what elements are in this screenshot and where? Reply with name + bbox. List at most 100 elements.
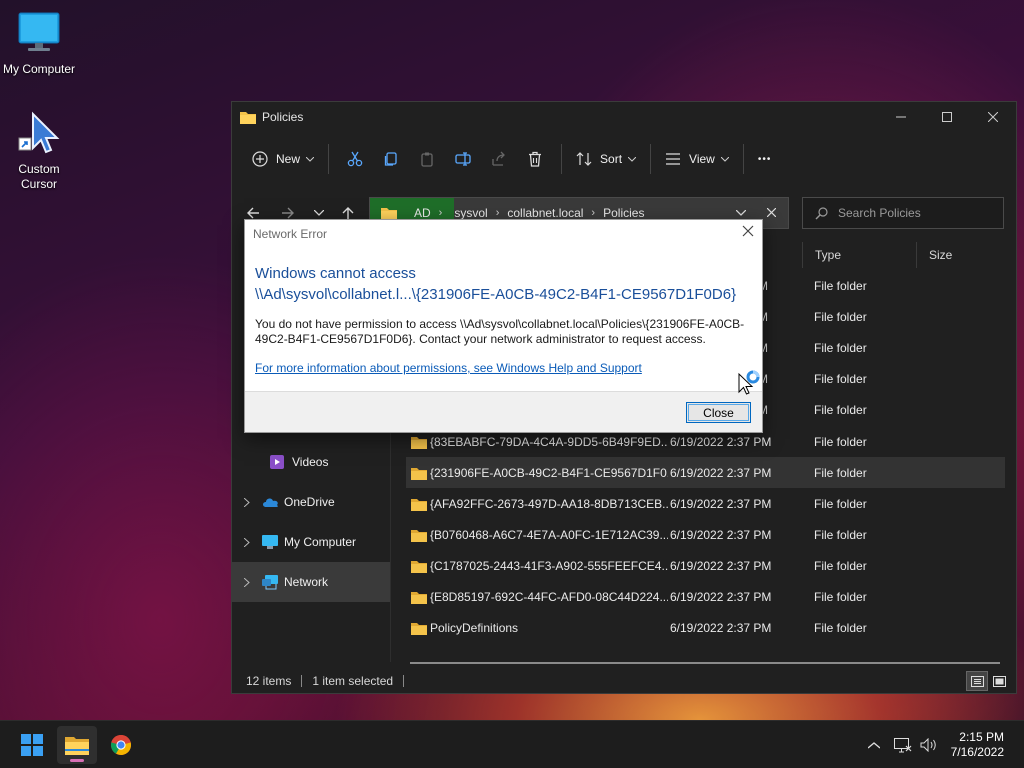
command-bar: New Sort View ••• xyxy=(232,132,1016,186)
table-row-selected[interactable]: {231906FE-A0CB-49C2-B4F1-CE9567D1F0... 6… xyxy=(406,457,1005,488)
table-row[interactable]: {B0760468-A6C7-4E7A-A0FC-1E712AC39... 6/… xyxy=(406,519,1005,550)
sidebar-item-videos[interactable]: Videos xyxy=(232,442,390,482)
cursor-shortcut-icon xyxy=(15,110,63,158)
file-type: File folder xyxy=(814,434,867,449)
search-box[interactable]: Search Policies xyxy=(802,197,1004,229)
help-link[interactable]: For more information about permissions, … xyxy=(255,361,642,375)
table-row[interactable]: {AFA92FFC-2673-497D-AA18-8DB713CEB... 6/… xyxy=(406,488,1005,519)
plus-circle-icon xyxy=(252,151,268,167)
partial-type: File folder xyxy=(814,341,867,355)
folder-icon xyxy=(411,559,427,573)
view-list-icon xyxy=(665,152,681,166)
table-row[interactable]: {C1787025-2443-41F3-A902-555FEEFCE4... 6… xyxy=(406,550,1005,581)
rename-icon[interactable] xyxy=(445,143,481,175)
file-type: File folder xyxy=(814,527,867,542)
file-type: File folder xyxy=(814,620,867,635)
expand-chevron-icon[interactable] xyxy=(244,577,250,587)
video-icon xyxy=(270,455,284,469)
network-status-icon[interactable] xyxy=(894,737,912,753)
desktop-icon-my-computer[interactable]: My Computer xyxy=(0,10,81,77)
start-button[interactable] xyxy=(12,726,52,764)
address-history-chevron-icon[interactable] xyxy=(736,210,746,216)
share-icon[interactable] xyxy=(481,143,517,175)
details-view-icon[interactable] xyxy=(966,671,988,691)
close-window-button[interactable] xyxy=(970,102,1016,132)
table-row[interactable]: PolicyDefinitions 6/19/2022 2:37 PM File… xyxy=(406,612,1005,643)
taskbar-file-explorer[interactable] xyxy=(57,726,97,764)
sort-label: Sort xyxy=(600,152,623,166)
view-toggle xyxy=(966,671,1010,691)
breadcrumb-arrow-icon: › xyxy=(438,207,443,219)
recent-chevron-icon[interactable] xyxy=(314,210,324,216)
horizontal-scrollbar[interactable] xyxy=(410,662,1000,664)
breadcrumb-arrow-icon: › xyxy=(495,207,500,219)
desktop-icon-custom-cursor[interactable]: Custom Cursor xyxy=(0,110,81,192)
item-count: 12 items xyxy=(246,674,292,688)
new-button[interactable]: New xyxy=(246,143,320,175)
column-headers: Type Size xyxy=(802,242,996,268)
cut-icon[interactable] xyxy=(337,143,373,175)
address-clear-icon[interactable] xyxy=(767,208,776,217)
file-type: File folder xyxy=(814,589,867,604)
system-clock[interactable]: 2:15 PM 7/16/2022 xyxy=(951,730,1004,760)
more-options-button[interactable]: ••• xyxy=(752,143,778,175)
expand-chevron-icon[interactable] xyxy=(244,497,250,507)
file-name: {B0760468-A6C7-4E7A-A0FC-1E712AC39... xyxy=(430,527,668,542)
monitor-icon xyxy=(262,535,278,549)
file-date: 6/19/2022 2:37 PM xyxy=(670,496,772,511)
breadcrumb-sysvol[interactable]: sysvol › xyxy=(454,206,507,220)
file-name: {AFA92FFC-2673-497D-AA18-8DB713CEB... xyxy=(430,496,668,511)
sidebar-item-my-computer[interactable]: My Computer xyxy=(232,522,390,562)
desktop-icon-label: My Computer xyxy=(2,62,76,76)
chevron-down-icon xyxy=(720,156,729,162)
volume-icon[interactable] xyxy=(920,738,938,752)
dialog-message: You do not have permission to access \\A… xyxy=(255,317,745,346)
show-hidden-icons-chevron-icon[interactable] xyxy=(868,741,880,749)
partial-type: File folder xyxy=(814,403,867,417)
search-placeholder: Search Policies xyxy=(838,206,921,220)
view-button[interactable]: View xyxy=(659,143,735,175)
file-date: 6/19/2022 2:37 PM xyxy=(670,620,772,635)
clock-date: 7/16/2022 xyxy=(950,745,1004,759)
folder-icon xyxy=(411,466,427,480)
breadcrumb-policies[interactable]: Policies xyxy=(603,206,644,220)
breadcrumb-collabnet[interactable]: collabnet.local › xyxy=(507,206,603,220)
file-explorer-icon xyxy=(65,735,89,755)
copy-icon[interactable] xyxy=(373,143,409,175)
column-header-size[interactable]: Size xyxy=(916,242,996,268)
sidebar-item-network[interactable]: Network xyxy=(232,562,390,602)
selection-count: 1 item selected xyxy=(312,674,394,688)
dialog-close-icon[interactable] xyxy=(742,225,754,237)
sidebar-item-onedrive[interactable]: OneDrive xyxy=(232,482,390,522)
delete-icon[interactable] xyxy=(517,143,553,175)
folder-icon xyxy=(411,590,427,604)
table-row[interactable]: {E8D85197-692C-44FC-AFD0-08C44D224... 6/… xyxy=(406,581,1005,612)
partial-type: File folder xyxy=(814,372,867,386)
partial-type: File folder xyxy=(814,279,867,293)
network-error-dialog: Network Error Windows cannot access \\Ad… xyxy=(244,219,763,433)
clock-time: 2:15 PM xyxy=(959,730,1004,744)
taskbar-chrome[interactable] xyxy=(101,726,141,764)
file-name: PolicyDefinitions xyxy=(430,620,519,635)
expand-chevron-icon[interactable] xyxy=(244,537,250,547)
column-header-type[interactable]: Type xyxy=(802,242,916,268)
sort-button[interactable]: Sort xyxy=(570,143,642,175)
partial-type: File folder xyxy=(814,310,867,324)
back-arrow-icon[interactable] xyxy=(246,206,260,220)
file-name: {C1787025-2443-41F3-A902-555FEEFCE4... xyxy=(430,558,668,573)
file-date: 6/19/2022 2:37 PM xyxy=(670,527,772,542)
up-arrow-icon[interactable] xyxy=(341,206,355,220)
maximize-button[interactable] xyxy=(924,102,970,132)
paste-icon[interactable] xyxy=(409,143,445,175)
mouse-pointer-icon xyxy=(737,370,763,398)
close-button[interactable]: Close xyxy=(686,402,751,423)
forward-arrow-icon[interactable] xyxy=(281,206,295,220)
minimize-button[interactable] xyxy=(878,102,924,132)
title-bar[interactable]: Policies xyxy=(232,102,1016,132)
chevron-down-icon xyxy=(628,156,637,162)
status-bar: 12 items 1 item selected xyxy=(246,674,414,688)
network-icon xyxy=(262,574,280,590)
tiles-view-icon[interactable] xyxy=(988,671,1010,691)
windows-logo-icon xyxy=(21,734,43,756)
file-date: 6/19/2022 2:37 PM xyxy=(670,465,772,480)
